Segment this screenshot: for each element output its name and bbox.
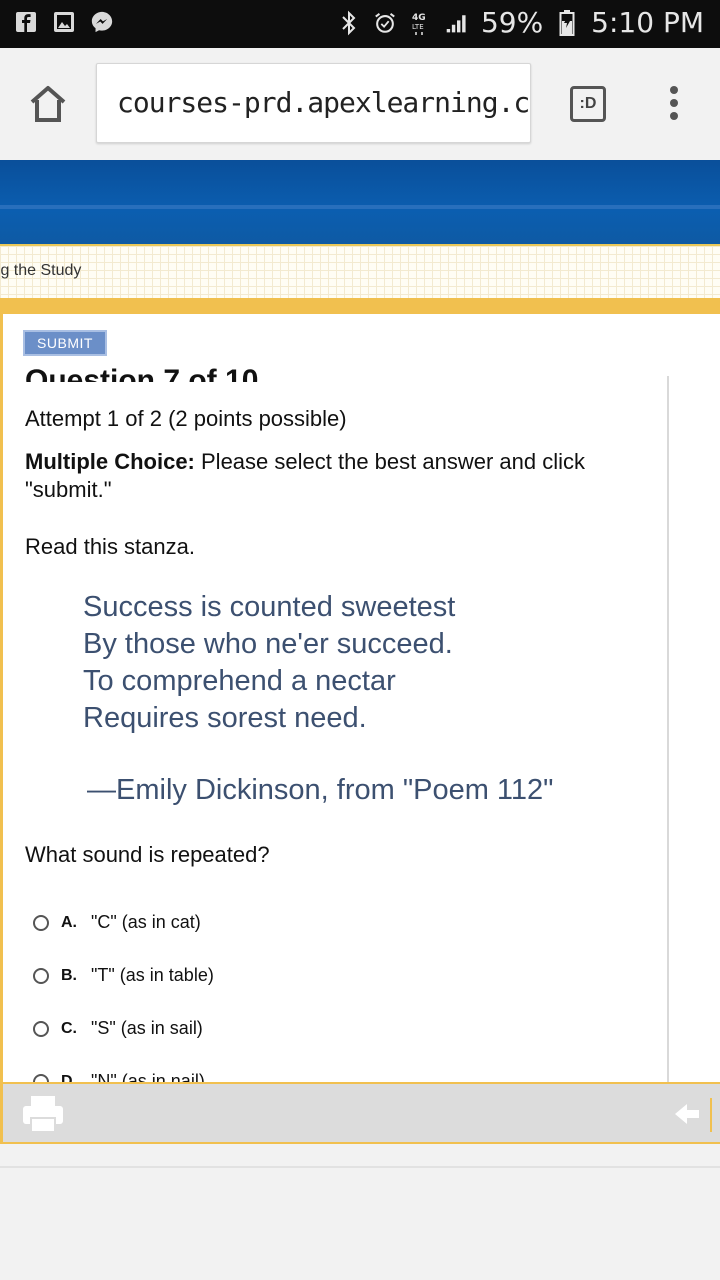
clock: 5:10 PM [591,6,704,39]
radio-button[interactable] [33,1073,49,1082]
option-text: "T" (as in table) [91,965,214,985]
battery-icon [555,9,579,36]
bluetooth-icon [337,10,361,35]
poem-line: To comprehend a nectar [83,665,396,697]
panel-divider [667,376,669,1082]
poem-line: Requires sorest need. [83,702,367,734]
option-letter: D. [61,1072,77,1083]
answer-option-a[interactable]: A. "C" (as in cat) [33,896,214,949]
svg-text:LTE: LTE [412,23,424,31]
browser-toolbar: courses-prd.apexlearning.com/ :D [0,48,720,160]
home-button[interactable] [26,82,70,126]
site-header [0,160,720,244]
alarm-icon [373,11,397,35]
quiz-panel: SUBMIT Question 7 of 10 Attempt 1 of 2 (… [0,314,720,1082]
tabs-label: :D [579,95,597,112]
back-arrow-icon[interactable] [673,1102,701,1126]
status-bar: 4G LTE 59% 5:10 PM [0,0,720,48]
svg-text:4G: 4G [412,13,426,23]
poem-line: By those who ne'er succeed. [83,628,453,660]
answer-options: A. "C" (as in cat) B. "T" (as in table) … [33,896,214,1082]
signal-icon [445,11,469,35]
bottom-toolbar [0,1082,720,1144]
home-icon [30,86,66,122]
radio-button[interactable] [33,914,49,931]
option-letter: A. [61,913,77,931]
facebook-icon [14,10,38,34]
option-text: "N" (as in nail) [91,1071,205,1082]
radio-button[interactable] [33,967,49,984]
poem-stanza: Success is counted sweetest By those who… [83,589,455,737]
messenger-icon [90,10,114,34]
tabs-button[interactable]: :D [570,86,606,122]
4g-lte-icon: 4G LTE [409,11,433,35]
poem-attribution: —Emily Dickinson, from "Poem 112" [87,774,554,806]
battery-percent: 59% [480,6,544,39]
print-icon[interactable] [21,1094,65,1134]
divider [0,1166,720,1168]
radio-button[interactable] [33,1020,49,1037]
breadcrumb-text: ing the Study [0,262,82,279]
notification-icons [14,10,114,34]
question-heading: Question 7 of 10 [25,368,258,382]
question-text: What sound is repeated? [25,842,270,867]
instructions: Multiple Choice: Please select the best … [25,448,645,504]
url-text: courses-prd.apexlearning.com/ [117,86,531,119]
overflow-menu-button[interactable] [664,86,684,126]
attempt-info: Attempt 1 of 2 (2 points possible) [25,406,347,431]
option-text: "S" (as in sail) [91,1018,203,1038]
accent-bar [0,298,720,314]
option-letter: B. [61,966,77,984]
address-bar[interactable]: courses-prd.apexlearning.com/ [96,63,531,143]
gallery-icon [52,10,76,34]
answer-option-d[interactable]: D. "N" (as in nail) [33,1055,214,1082]
prompt-text: Read this stanza. [25,534,195,559]
answer-option-b[interactable]: B. "T" (as in table) [33,949,214,1002]
breadcrumb: ing the Study [0,244,720,300]
submit-button[interactable]: SUBMIT [23,330,107,356]
system-status: 4G LTE 59% 5:10 PM [337,6,704,39]
question-type-label: Multiple Choice: [25,449,195,474]
option-text: "C" (as in cat) [91,912,201,932]
option-letter: C. [61,1019,77,1037]
answer-option-c[interactable]: C. "S" (as in sail) [33,1002,214,1055]
poem-line: Success is counted sweetest [83,591,456,623]
